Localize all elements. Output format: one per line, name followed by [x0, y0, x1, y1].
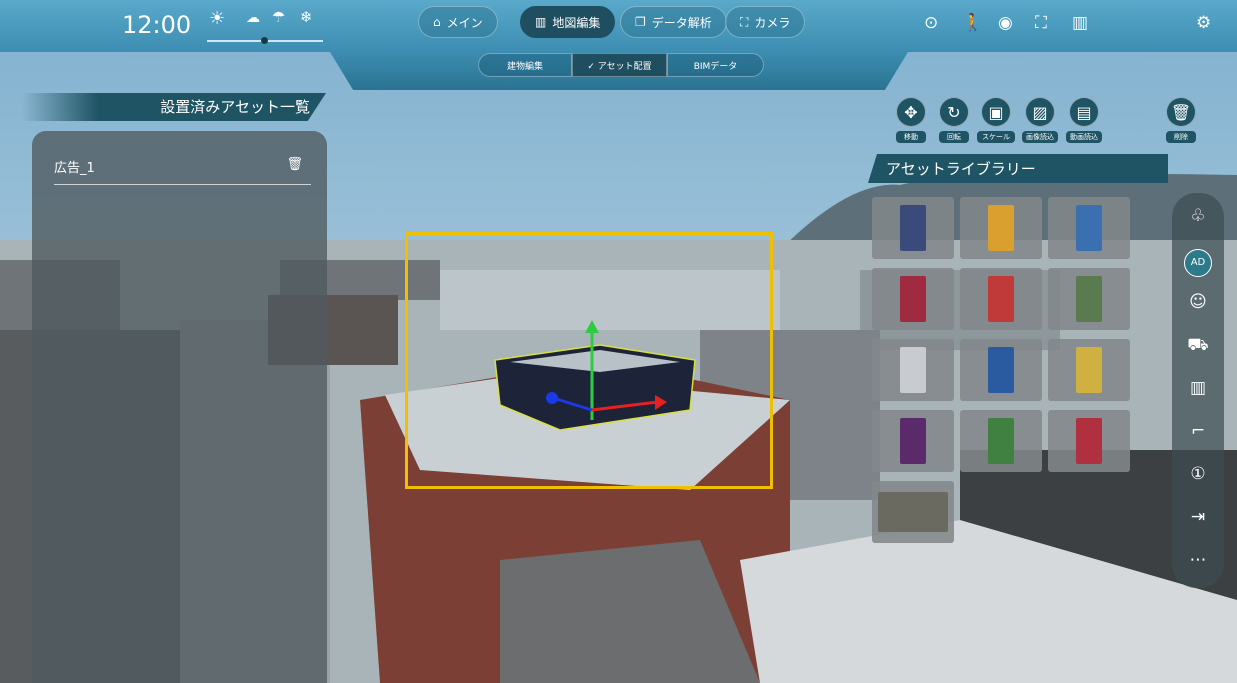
placed-assets-panel: 広告_1 🗑: [32, 131, 327, 683]
rotate-button[interactable]: ↻: [939, 97, 969, 127]
tree-icon[interactable]: ♧: [1172, 206, 1224, 226]
tab-building-edit[interactable]: 建物編集: [478, 53, 572, 77]
asset-library-title: アセットライブラリー: [868, 154, 1168, 183]
nav-label: メイン: [446, 15, 483, 30]
asset-preview-icon: [878, 492, 948, 532]
camera-icon: ⛶: [740, 14, 749, 29]
rotate-icon: ↻: [947, 102, 961, 122]
asset-thumbnail[interactable]: [872, 481, 954, 543]
sun-icon[interactable]: ☀: [209, 8, 225, 29]
scale-icon: ▣: [988, 102, 1004, 122]
asset-preview-icon: [988, 276, 1014, 322]
building-icon: ▥: [535, 15, 547, 29]
selection-frame: [405, 232, 773, 489]
buildings-icon[interactable]: ▥: [1072, 13, 1088, 33]
cloud-icon[interactable]: ☁: [246, 10, 260, 26]
asset-thumbnail[interactable]: [960, 268, 1042, 330]
nav-camera-button[interactable]: ⛶ カメラ: [725, 6, 806, 38]
asset-name: 広告_1: [54, 161, 95, 176]
time-slider-knob[interactable]: [261, 37, 268, 44]
nav-map-edit-button[interactable]: ▥ 地図編集: [520, 6, 616, 38]
ad-icon[interactable]: AD: [1184, 249, 1212, 277]
delete-button[interactable]: 🗑: [1166, 97, 1196, 127]
import-icon[interactable]: ⇥: [1172, 507, 1224, 527]
move-button[interactable]: ✥: [896, 97, 926, 127]
car-icon[interactable]: ⛟: [1172, 335, 1224, 357]
placed-assets-title: 設置済みアセット一覧: [22, 93, 326, 121]
trash-icon: 🗑: [1170, 102, 1192, 122]
asset-thumbnail[interactable]: [872, 268, 954, 330]
asset-preview-icon: [900, 205, 926, 251]
sign-icon[interactable]: ①: [1172, 464, 1224, 484]
scale-label: スケール: [977, 131, 1015, 143]
home-icon: ⌂: [433, 15, 441, 29]
snow-icon[interactable]: ❄: [300, 8, 313, 26]
layers-icon: ❐: [635, 15, 646, 29]
asset-thumbnail[interactable]: [960, 339, 1042, 401]
tab-bim-data[interactable]: BIMデータ: [667, 53, 764, 77]
asset-preview-icon: [900, 276, 926, 322]
asset-thumbnail[interactable]: [1048, 410, 1130, 472]
walk-icon[interactable]: 🚶: [962, 13, 983, 33]
asset-thumbnail[interactable]: [960, 197, 1042, 259]
asset-thumbnail[interactable]: [960, 410, 1042, 472]
video-icon: ▤: [1076, 102, 1092, 122]
nav-main-button[interactable]: ⌂ メイン: [418, 6, 498, 38]
list-item[interactable]: 広告_1 🗑: [54, 157, 311, 185]
streetlight-icon[interactable]: ⌐: [1172, 421, 1224, 441]
asset-preview-icon: [988, 347, 1014, 393]
building-icon[interactable]: ▥: [1172, 378, 1224, 398]
more-icon[interactable]: ⋯: [1172, 550, 1224, 570]
delete-label: 削除: [1166, 131, 1196, 143]
scale-button[interactable]: ▣: [981, 97, 1011, 127]
asset-preview-icon: [900, 347, 926, 393]
asset-thumbnail[interactable]: [1048, 268, 1130, 330]
image-load-button[interactable]: ▨: [1025, 97, 1055, 127]
video-load-button[interactable]: ▤: [1069, 97, 1099, 127]
nav-label: カメラ: [754, 15, 791, 30]
tab-asset-placement[interactable]: ✓ アセット配置: [572, 53, 667, 77]
trash-icon[interactable]: 🗑: [286, 157, 303, 172]
asset-thumbnail[interactable]: [872, 197, 954, 259]
move-icon: ✥: [904, 102, 918, 122]
clock: 12:00: [122, 11, 192, 39]
asset-preview-icon: [1076, 347, 1102, 393]
video-load-label: 動画読込: [1066, 131, 1102, 143]
asset-thumbnail[interactable]: [872, 410, 954, 472]
asset-preview-icon: [1076, 276, 1102, 322]
asset-preview-icon: [1076, 418, 1102, 464]
move-label: 移動: [896, 131, 926, 143]
asset-thumbnail[interactable]: [1048, 197, 1130, 259]
asset-preview-icon: [988, 418, 1014, 464]
person-icon[interactable]: ☺: [1172, 292, 1224, 312]
image-load-label: 画像読込: [1022, 131, 1058, 143]
asset-thumbnail[interactable]: [1048, 339, 1130, 401]
location-icon[interactable]: ⊙: [924, 13, 938, 33]
asset-preview-icon: [1076, 205, 1102, 251]
nav-label: データ解析: [651, 15, 712, 30]
asset-preview-icon: [900, 418, 926, 464]
nav-data-analysis-button[interactable]: ❐ データ解析: [620, 6, 727, 38]
umbrella-icon[interactable]: ☂: [272, 8, 285, 26]
asset-preview-icon: [988, 205, 1014, 251]
rotate-label: 回転: [939, 131, 969, 143]
image-icon: ▨: [1032, 102, 1048, 122]
asset-thumbnail[interactable]: [872, 339, 954, 401]
nav-label: 地図編集: [552, 15, 601, 30]
eye-icon[interactable]: ◉: [998, 13, 1013, 33]
settings-icon[interactable]: ⚙: [1196, 13, 1211, 33]
focus-icon[interactable]: ⛶: [1035, 13, 1047, 33]
